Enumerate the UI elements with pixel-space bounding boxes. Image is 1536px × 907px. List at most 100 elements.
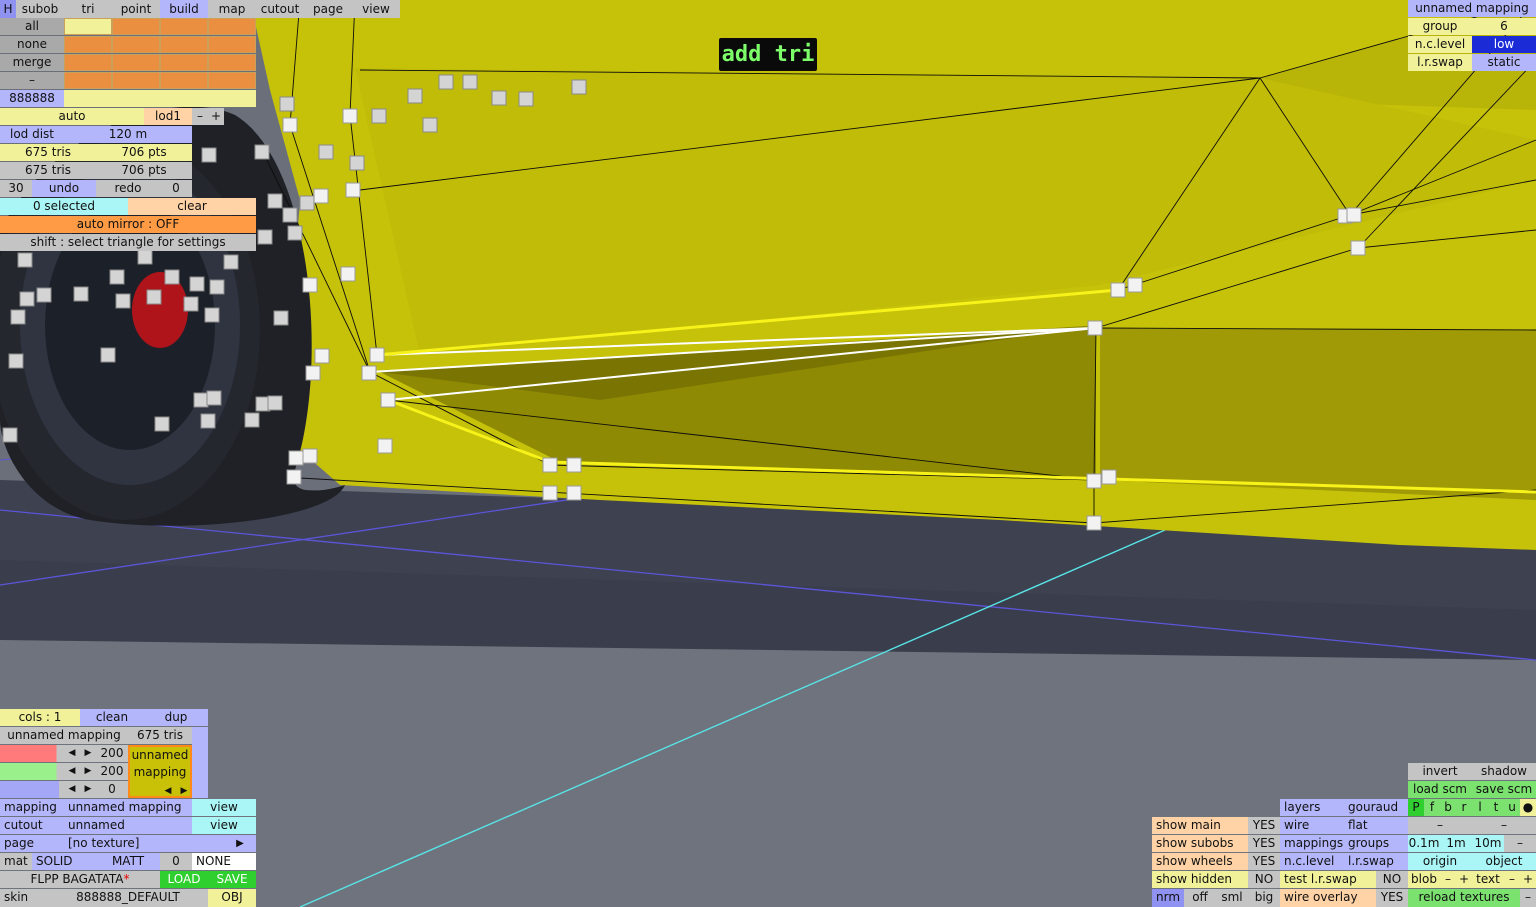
flat-button[interactable]: flat	[1344, 817, 1408, 834]
show-wheels-button[interactable]: show wheels	[1152, 853, 1248, 870]
grid-01m-button[interactable]: 0.1m	[1408, 835, 1440, 852]
text-minus-button[interactable]: –	[1504, 871, 1520, 888]
blob-minus-button[interactable]: –	[1440, 871, 1456, 888]
green-dec-arrow[interactable]: ◀	[64, 763, 80, 780]
layers-button[interactable]: layers	[1280, 799, 1344, 816]
nrm-button[interactable]: nrm	[1152, 889, 1184, 907]
swatch-0[interactable]	[64, 18, 112, 35]
swatch-2[interactable]	[160, 18, 208, 35]
page-arrow-button[interactable]: ▶	[224, 835, 256, 852]
view-dot-button[interactable]: ●	[1520, 799, 1536, 816]
dup-button[interactable]: dup	[144, 709, 208, 726]
green-slider[interactable]	[0, 763, 64, 780]
load-scm-button[interactable]: load scm	[1408, 781, 1472, 798]
view-r-button[interactable]: r	[1456, 799, 1472, 816]
tab-view[interactable]: view	[352, 0, 400, 18]
auto-lod-button[interactable]: auto	[0, 108, 144, 125]
show-subobs-toggle[interactable]: YES	[1248, 835, 1280, 852]
cutout-view-button[interactable]: view	[192, 817, 256, 834]
swatch-14[interactable]	[160, 72, 208, 89]
object-button[interactable]: object	[1472, 853, 1536, 870]
h-button[interactable]: H	[0, 0, 16, 18]
auto-mirror-toggle[interactable]: auto mirror : OFF	[0, 216, 256, 233]
tab-page[interactable]: page	[304, 0, 352, 18]
test-lr-swap-button[interactable]: test l.r.swap	[1280, 871, 1376, 888]
swatch-10[interactable]	[160, 54, 208, 71]
show-hidden-toggle[interactable]: NO	[1248, 871, 1280, 888]
mat-matt-button[interactable]: MATT	[96, 853, 160, 870]
blob-plus-button[interactable]: +	[1456, 871, 1472, 888]
cutout-value[interactable]: unnamed	[64, 817, 192, 834]
lr-swap-value[interactable]: static	[1472, 54, 1536, 71]
grid-1m-button[interactable]: 1m	[1440, 835, 1472, 852]
swatch-15[interactable]	[208, 72, 256, 89]
swatch-9[interactable]	[112, 54, 160, 71]
red-dec-arrow[interactable]: ◀	[64, 745, 80, 762]
mapping-title[interactable]: unnamed mapping	[1408, 0, 1536, 17]
big-button[interactable]: big	[1248, 889, 1280, 907]
test-lr-swap-toggle[interactable]: NO	[1376, 871, 1408, 888]
shadow-button[interactable]: shadow	[1472, 763, 1536, 780]
sml-button[interactable]: sml	[1216, 889, 1248, 907]
wire-button[interactable]: wire	[1280, 817, 1344, 834]
show-hidden-button[interactable]: show hidden	[1152, 871, 1248, 888]
blue-dec-arrow[interactable]: ◀	[64, 781, 80, 798]
step-minus-button-2[interactable]: –	[1472, 817, 1536, 834]
swatch-1[interactable]	[112, 18, 160, 35]
origin-button[interactable]: origin	[1408, 853, 1472, 870]
off-button[interactable]: off	[1184, 889, 1216, 907]
show-main-button[interactable]: show main	[1152, 817, 1248, 834]
show-subobs-button[interactable]: show subobs	[1152, 835, 1248, 852]
lrswap-button[interactable]: l.r.swap	[1344, 853, 1408, 870]
obj-button[interactable]: OBJ	[208, 889, 256, 907]
grid-minus-button[interactable]: –	[1504, 835, 1536, 852]
swatch-5[interactable]	[112, 36, 160, 53]
groups-button[interactable]: groups	[1344, 835, 1408, 852]
3d-viewport[interactable]	[0, 0, 1536, 907]
nc-level-value[interactable]: low	[1472, 36, 1536, 53]
select-none-button[interactable]: none	[0, 36, 64, 53]
color-code[interactable]: 888888	[0, 90, 64, 107]
skin-value[interactable]: 888888_DEFAULT	[48, 889, 208, 907]
green-inc-arrow[interactable]: ▶	[80, 763, 96, 780]
page-value[interactable]: [no texture]	[64, 835, 224, 852]
blue-inc-arrow[interactable]: ▶	[80, 781, 96, 798]
mapping-scrollbar[interactable]	[192, 727, 208, 798]
swatch-6[interactable]	[160, 36, 208, 53]
mapping-view-button[interactable]: view	[192, 799, 256, 816]
preview-prev-arrow[interactable]: ◀	[160, 783, 176, 800]
swatch-3[interactable]	[208, 18, 256, 35]
dash-button[interactable]: –	[0, 72, 64, 89]
tab-cutout[interactable]: cutout	[256, 0, 304, 18]
mappings-button[interactable]: mappings	[1280, 835, 1344, 852]
reload-minus-button[interactable]: –	[1520, 889, 1536, 907]
mat-none-field[interactable]: NONE	[192, 853, 256, 870]
mapping-value[interactable]: unnamed mapping	[64, 799, 192, 816]
swatch-7[interactable]	[208, 36, 256, 53]
view-b-button[interactable]: b	[1440, 799, 1456, 816]
red-slider[interactable]	[0, 745, 64, 762]
text-plus-button[interactable]: +	[1520, 871, 1536, 888]
lod-dist-value[interactable]: 120 m	[64, 126, 192, 143]
wire-overlay-button[interactable]: wire overlay	[1280, 889, 1376, 907]
save-button[interactable]: SAVE	[208, 871, 256, 888]
view-t-button[interactable]: t	[1488, 799, 1504, 816]
group-value[interactable]: 6	[1472, 18, 1536, 35]
tab-subob[interactable]: subob	[16, 0, 64, 18]
view-l-button[interactable]: l	[1472, 799, 1488, 816]
tab-tri[interactable]: tri	[64, 0, 112, 18]
step-minus-button[interactable]: –	[1408, 817, 1472, 834]
mat-solid-button[interactable]: SOLID	[32, 853, 96, 870]
swatch-13[interactable]	[112, 72, 160, 89]
swatch-11[interactable]	[208, 54, 256, 71]
lod-minus-button[interactable]: –	[192, 108, 208, 125]
merge-button[interactable]: merge	[0, 54, 64, 71]
view-u-button[interactable]: u	[1504, 799, 1520, 816]
show-main-toggle[interactable]: YES	[1248, 817, 1280, 834]
mapping-name[interactable]: unnamed mapping	[0, 727, 128, 744]
tab-build[interactable]: build	[160, 0, 208, 18]
wire-overlay-toggle[interactable]: YES	[1376, 889, 1408, 907]
view-f-button[interactable]: f	[1424, 799, 1440, 816]
clean-button[interactable]: clean	[80, 709, 144, 726]
show-wheels-toggle[interactable]: YES	[1248, 853, 1280, 870]
